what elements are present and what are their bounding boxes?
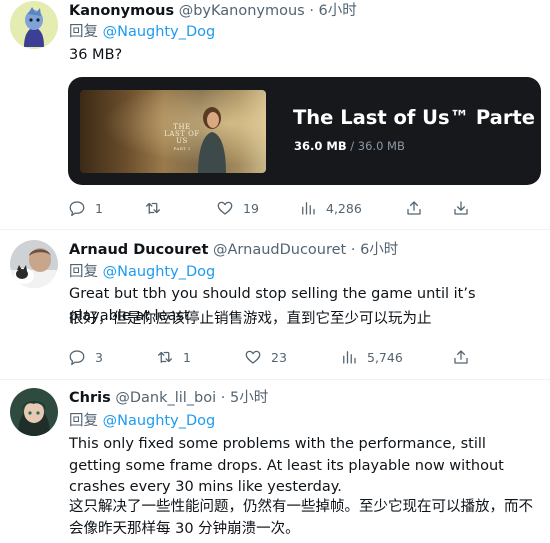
mention-link[interactable]: @Naughty_Dog: [103, 264, 216, 280]
reply-prefix: 回复: [69, 264, 98, 280]
reply-button[interactable]: 3: [68, 348, 103, 366]
timestamp[interactable]: 5小时: [230, 390, 268, 406]
download-size: 36.0 MB / 36.0 MB: [294, 139, 405, 153]
views-button[interactable]: 5,746: [340, 348, 403, 366]
retweet-count: 1: [183, 349, 191, 365]
reply-prefix: 回复: [69, 24, 98, 40]
current-size: 36.0 MB: [294, 139, 347, 153]
bar-chart-icon: [343, 351, 356, 364]
separator: ·: [220, 390, 226, 406]
tweet-translation: 很好，但是你应该停止销售游戏，直到它至少可以玩为止: [69, 311, 432, 327]
tweet[interactable]: Chris @Dank_lil_boi · 5小时 回复 @Naughty_Do…: [0, 380, 550, 543]
retweet-arrows-icon: [145, 202, 161, 214]
mention-link[interactable]: @Naughty_Dog: [103, 24, 216, 40]
reply-count: 3: [95, 349, 103, 365]
game-cover-image: THE LAST OF US PART I: [80, 90, 266, 173]
tweet-header: Arnaud Ducouret @ArnaudDucouret · 6小时: [69, 240, 398, 260]
avatar[interactable]: [10, 388, 58, 436]
speech-bubble-icon: [69, 350, 85, 366]
like-count: 19: [243, 200, 259, 216]
like-count: 23: [271, 349, 287, 365]
download-icon: [454, 201, 468, 215]
replying-to: 回复 @Naughty_Dog: [69, 22, 215, 42]
display-name[interactable]: Arnaud Ducouret: [69, 242, 208, 258]
separator: ·: [309, 3, 314, 19]
view-count: 4,286: [326, 200, 362, 216]
replying-to: 回复 @Naughty_Dog: [69, 411, 215, 431]
retweet-button[interactable]: 1: [156, 348, 191, 366]
game-logo: THE LAST OF US PART I: [164, 123, 200, 152]
share-button[interactable]: [452, 348, 470, 366]
display-name[interactable]: Chris: [69, 390, 111, 406]
mention-link[interactable]: @Naughty_Dog: [103, 413, 216, 429]
card-title: The Last of Us™ Parte I: [293, 106, 541, 129]
retweet-arrows-icon: [157, 351, 173, 363]
heart-icon: [217, 201, 233, 215]
like-button[interactable]: 23: [244, 348, 287, 366]
share-button[interactable]: [405, 199, 423, 217]
tweet-text: 36 MB?: [69, 47, 123, 63]
tweet[interactable]: Arnaud Ducouret @ArnaudDucouret · 6小时 回复…: [0, 230, 550, 380]
replying-to: 回复 @Naughty_Dog: [69, 262, 215, 282]
handle[interactable]: @ArnaudDucouret: [213, 242, 346, 258]
avatar[interactable]: [10, 1, 58, 49]
view-count: 5,746: [367, 349, 403, 365]
speech-bubble-icon: [69, 201, 85, 217]
like-button[interactable]: 19: [216, 199, 259, 217]
avatar[interactable]: [10, 240, 58, 288]
reply-button[interactable]: 1: [68, 199, 103, 217]
display-name[interactable]: Kanonymous: [69, 3, 174, 19]
size-separator: /: [350, 139, 355, 153]
download-button[interactable]: [452, 199, 470, 217]
timestamp[interactable]: 6小时: [319, 3, 357, 19]
tweet-translation: 这只解决了一些性能问题，仍然有一些掉帧。至少它现在可以播放，而不会像昨天那样每 …: [69, 499, 533, 537]
tweet-text: This only fixed some problems with the p…: [69, 436, 504, 495]
handle[interactable]: @Dank_lil_boi: [115, 390, 216, 406]
views-button[interactable]: 4,286: [299, 199, 362, 217]
timestamp[interactable]: 6小时: [360, 242, 398, 258]
reply-count: 1: [95, 200, 103, 216]
handle[interactable]: @byKanonymous: [179, 3, 305, 19]
share-upload-icon: [454, 350, 468, 364]
tweet-header: Kanonymous @byKanonymous · 6小时: [69, 1, 357, 21]
tweet-header: Chris @Dank_lil_boi · 5小时: [69, 388, 268, 408]
heart-icon: [245, 350, 261, 364]
bar-chart-icon: [302, 202, 315, 215]
share-upload-icon: [407, 201, 421, 215]
separator: ·: [350, 242, 356, 258]
reply-prefix: 回复: [69, 413, 98, 429]
retweet-button[interactable]: [144, 199, 171, 217]
total-size: 36.0 MB: [357, 139, 405, 153]
link-card[interactable]: THE LAST OF US PART I The Last of Us™ Pa…: [68, 77, 541, 185]
tweet[interactable]: Kanonymous @byKanonymous · 6小时 回复 @Naugh…: [0, 0, 550, 230]
